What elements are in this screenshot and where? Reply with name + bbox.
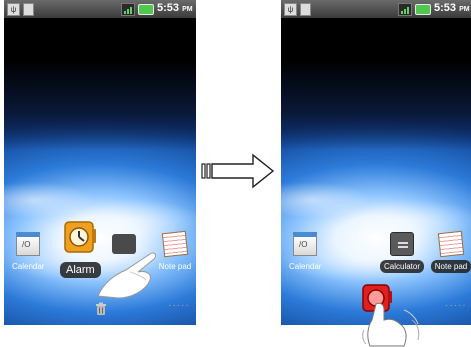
calendar-icon — [293, 232, 317, 256]
status-bar: ψ 5:53 PM — [281, 0, 471, 18]
shortcut-calculator[interactable]: Calculator — [377, 232, 427, 274]
usb-icon: ψ — [7, 2, 20, 16]
alarm-clock-icon[interactable] — [63, 220, 97, 254]
shortcut-label: Calendar — [289, 262, 322, 271]
status-time: 5:53 PM — [434, 2, 470, 14]
shortcut-notepad[interactable]: Note pad — [154, 230, 196, 274]
notepad-icon — [161, 230, 189, 258]
page-indicator-dots: ····· — [445, 300, 467, 311]
notepad-icon — [437, 230, 465, 258]
shortcut-calendar[interactable]: Calendar — [285, 232, 325, 274]
calendar-icon — [16, 232, 40, 256]
calculator-icon — [390, 232, 414, 256]
shortcut-calendar[interactable]: Calendar — [8, 232, 48, 274]
trash-icon[interactable] — [94, 302, 108, 316]
battery-icon — [138, 4, 154, 15]
status-time: 5:53 PM — [157, 2, 193, 14]
shortcut-notepad[interactable]: Note pad — [429, 230, 471, 274]
status-bar: ψ 5:53 PM — [4, 0, 196, 18]
sd-card-icon — [300, 2, 311, 16]
signal-icon — [121, 3, 135, 16]
page-indicator-dots: ····· — [168, 300, 190, 311]
usb-icon: ψ — [284, 2, 297, 16]
shortcut-label: Calendar — [12, 262, 45, 271]
shortcut-label: Note pad — [158, 262, 192, 271]
shortcut-label: Calculator — [379, 260, 424, 273]
finger-drag-icon — [362, 302, 420, 347]
right-arrow-icon — [201, 153, 275, 189]
signal-icon — [398, 3, 412, 16]
right-home-screen: ψ 5:53 PM Calendar Calculator Note pad ·… — [281, 0, 471, 325]
left-home-screen: ψ 5:53 PM Calendar Note pad Alarm — [4, 0, 196, 325]
sd-card-icon — [23, 2, 34, 16]
shortcut-label: Note pad — [430, 260, 471, 273]
battery-icon — [415, 4, 431, 15]
finger-drag-icon — [97, 252, 157, 299]
